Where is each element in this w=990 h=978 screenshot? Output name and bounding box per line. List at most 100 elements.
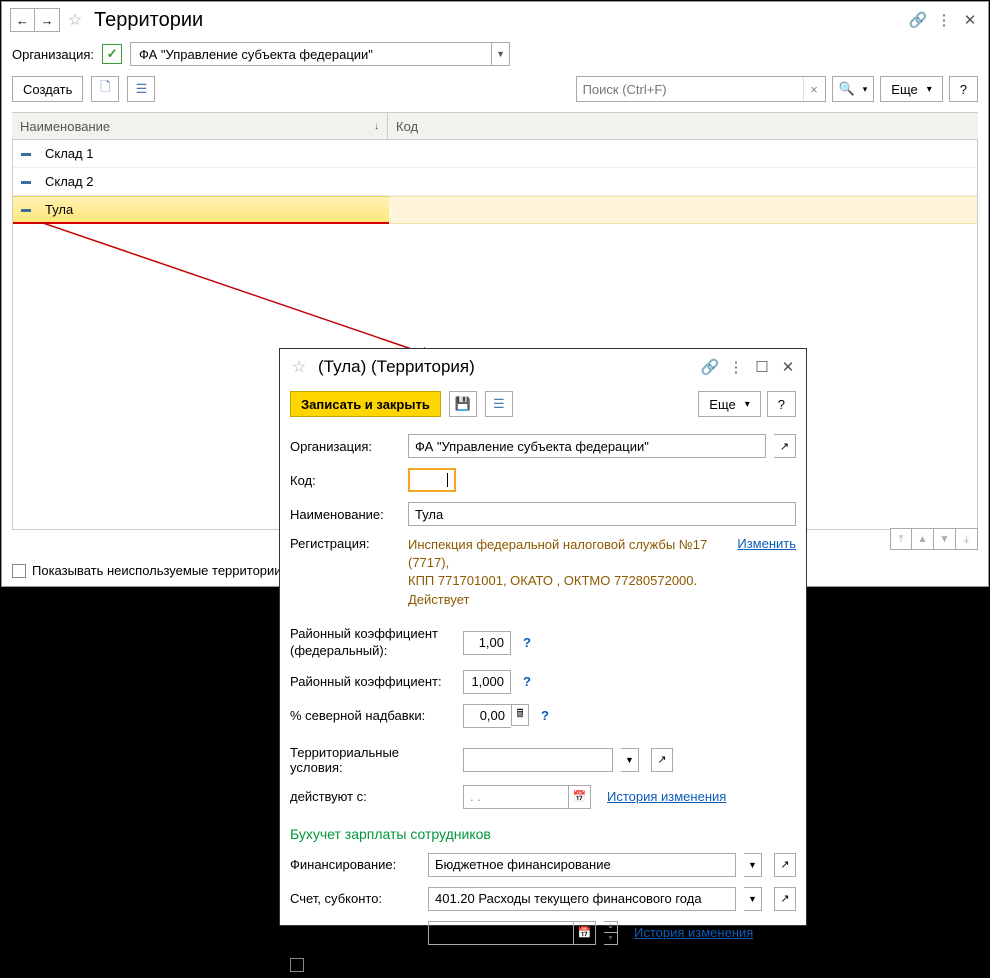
spinner-up-icon[interactable]: ▲	[604, 922, 617, 934]
table-row[interactable]: ▬ Склад 2	[13, 168, 977, 196]
scroll-down-icon[interactable]: ▼	[934, 528, 956, 550]
create-button[interactable]: Создать	[12, 76, 83, 102]
link-icon[interactable]: 🔗	[910, 12, 926, 28]
detail-modal: ☆ (Тула) (Территория) 🔗 ⋮ ☐ ✕ Записать и…	[279, 348, 807, 926]
search-box[interactable]: ×	[576, 76, 826, 102]
titlebar: ← → ☆ Территории 🔗 ⋮ ✕	[2, 2, 988, 38]
valid-from-label: действуют с:	[290, 789, 455, 804]
kebab-menu-icon[interactable]: ⋮	[936, 12, 952, 28]
column-code[interactable]: Код	[388, 113, 978, 139]
coef-label: Районный коэффициент:	[290, 674, 455, 689]
north-input[interactable]: 0,00	[463, 704, 511, 728]
save-close-button[interactable]: Записать и закрыть	[290, 391, 441, 417]
name-label: Наименование:	[290, 507, 400, 522]
scroll-controls: ⤒ ▲ ▼ ⤓	[890, 528, 978, 550]
modal-more-button[interactable]: Еще	[698, 391, 760, 417]
modal-toolbar: Записать и закрыть 💾 ☰ Еще ?	[280, 385, 806, 429]
search-icon: 🔍	[839, 81, 855, 97]
modal-org-field[interactable]: ФА "Управление субъекта федерации"	[408, 434, 766, 458]
chevron-down-icon[interactable]: ▼	[491, 43, 509, 65]
list-button[interactable]: ☰	[485, 391, 513, 417]
valid-from-date[interactable]: . . 📅	[463, 785, 591, 809]
coef-input[interactable]: 1,000	[463, 670, 511, 694]
chevron-down-icon[interactable]: ▼	[744, 887, 762, 911]
acc-from-date[interactable]: Январь 2021 📅	[428, 921, 596, 945]
code-label: Код:	[290, 473, 400, 488]
open-account-button[interactable]: ↗	[774, 887, 796, 911]
search-launch-button[interactable]: 🔍▾	[832, 76, 875, 102]
chevron-down-icon[interactable]: ▼	[621, 748, 639, 772]
org-select[interactable]: ФА "Управление субъекта федерации" ▼	[130, 42, 510, 66]
open-funding-button[interactable]: ↗	[774, 853, 796, 877]
history-link-2[interactable]: История изменения	[634, 925, 753, 940]
nav-group: ← →	[10, 8, 60, 32]
save-button[interactable]: 💾	[449, 391, 477, 417]
sort-down-icon: ↓	[374, 121, 379, 132]
open-terr-button[interactable]: ↗	[651, 748, 673, 772]
org-filter-row: Организация: ✓ ФА "Управление субъекта ф…	[2, 38, 988, 76]
help-icon[interactable]: ?	[541, 708, 549, 723]
chevron-down-icon[interactable]: ▼	[744, 853, 762, 877]
row-item-icon: ▬	[21, 148, 31, 159]
not-used-checkbox[interactable]	[290, 958, 304, 972]
column-name[interactable]: Наименование ↓	[12, 113, 388, 139]
spinner-down-icon[interactable]: ▼	[604, 933, 617, 944]
org-checkbox[interactable]: ✓	[102, 44, 122, 64]
maximize-icon[interactable]: ☐	[754, 359, 770, 375]
table-header: Наименование ↓ Код	[12, 112, 978, 140]
history-link-1[interactable]: История изменения	[607, 789, 726, 804]
scroll-up-icon[interactable]: ▲	[912, 528, 934, 550]
link-icon[interactable]: 🔗	[702, 359, 718, 375]
coef-fed-label: Районный коэффициент (федеральный):	[290, 626, 455, 660]
change-link[interactable]: Изменить	[737, 536, 796, 551]
toolbar: Создать 🗋 ☰ × 🔍▾ Еще ?	[2, 76, 988, 112]
coef-fed-input[interactable]: 1,00	[463, 631, 511, 655]
help-icon[interactable]: ?	[523, 635, 531, 650]
modal-help-button[interactable]: ?	[767, 391, 796, 417]
forward-button[interactable]: →	[35, 9, 59, 31]
modal-titlebar: ☆ (Тула) (Территория) 🔗 ⋮ ☐ ✕	[280, 349, 806, 385]
scroll-bottom-icon[interactable]: ⤓	[956, 528, 978, 550]
north-label: % северной надбавки:	[290, 708, 455, 723]
terr-cond-select[interactable]	[463, 748, 613, 772]
show-unused-label: Показывать неиспользуемые территории	[32, 563, 282, 578]
table-row-selected[interactable]: ▬ Тула	[13, 196, 389, 224]
funding-label: Финансирование:	[290, 857, 420, 872]
code-input[interactable]	[408, 468, 456, 492]
section-accounting: Бухучет зарплаты сотрудников	[290, 814, 796, 848]
search-input[interactable]	[577, 77, 803, 101]
kebab-menu-icon[interactable]: ⋮	[728, 359, 744, 375]
org-label: Организация:	[12, 47, 94, 62]
calendar-icon[interactable]: 📅	[573, 922, 595, 944]
account-select[interactable]: 401.20 Расходы текущего финансового года	[428, 887, 736, 911]
show-unused-checkbox[interactable]	[12, 564, 26, 578]
favorite-star-icon[interactable]: ☆	[290, 358, 308, 376]
month-spinner[interactable]: ▲ ▼	[604, 921, 618, 945]
more-button[interactable]: Еще	[880, 76, 942, 102]
floppy-icon: 💾	[455, 396, 471, 412]
close-icon[interactable]: ✕	[780, 359, 796, 375]
row-item-icon: ▬	[21, 204, 31, 215]
close-icon[interactable]: ✕	[962, 12, 978, 28]
calendar-icon[interactable]: 📅	[568, 786, 590, 808]
scroll-top-icon[interactable]: ⤒	[890, 528, 912, 550]
table-row[interactable]: ▬ Склад 1	[13, 140, 977, 168]
row-highlight-extension	[389, 196, 977, 224]
clear-search-icon[interactable]: ×	[803, 77, 825, 101]
funding-select[interactable]: Бюджетное финансирование	[428, 853, 736, 877]
favorite-star-icon[interactable]: ☆	[66, 11, 84, 29]
help-icon[interactable]: ?	[523, 674, 531, 689]
modal-title: (Тула) (Территория)	[318, 357, 475, 377]
account-label: Счет, субконто:	[290, 891, 420, 906]
name-input[interactable]: Тула	[408, 502, 796, 526]
create-copy-button[interactable]: 🗋	[91, 76, 119, 102]
open-org-button[interactable]: ↗	[774, 434, 796, 458]
back-button[interactable]: ←	[11, 9, 35, 31]
page-title: Территории	[94, 9, 203, 32]
calc-icon[interactable]: 🖩	[511, 704, 529, 726]
help-button[interactable]: ?	[949, 76, 978, 102]
reg-label: Регистрация:	[290, 536, 400, 551]
list-view-button[interactable]: ☰	[127, 76, 155, 102]
reg-text-2: КПП 771701001, ОКАТО , ОКТМО 77280572000…	[408, 572, 729, 608]
document-plus-icon: 🗋	[100, 78, 110, 100]
